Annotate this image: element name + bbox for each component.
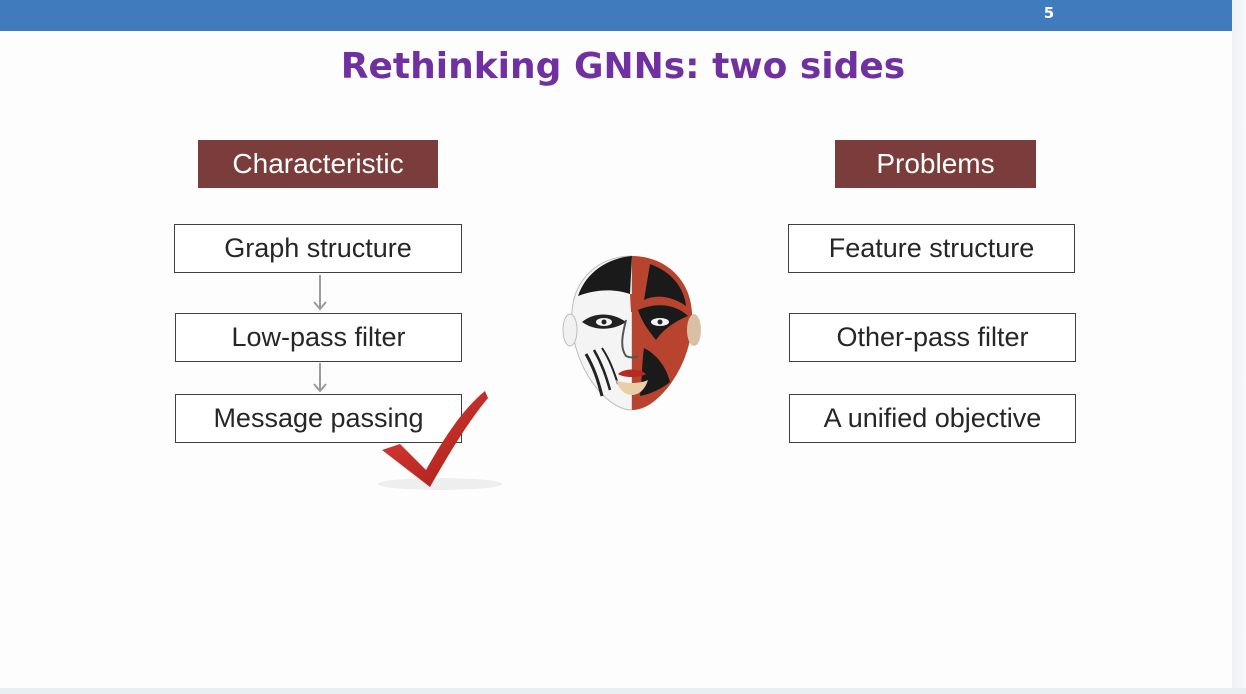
unified-objective-box: A unified objective [789, 394, 1076, 443]
slide-title: Rethinking GNNs: two sides [340, 46, 906, 87]
graph-structure-box: Graph structure [174, 224, 462, 273]
low-pass-filter-box: Low-pass filter [175, 313, 462, 362]
other-pass-filter-box: Other-pass filter [789, 313, 1076, 362]
feature-structure-box: Feature structure [788, 224, 1075, 273]
problems-header: Problems [835, 140, 1036, 188]
arrow-down-icon [313, 275, 327, 311]
window-edge-bottom [0, 688, 1246, 694]
characteristic-header: Characteristic [198, 140, 438, 188]
arrow-down-icon [313, 363, 327, 393]
opera-mask-icon [562, 255, 701, 411]
window-edge-right [1232, 0, 1246, 694]
page-number: 5 [1043, 4, 1055, 22]
check-mark-icon [378, 391, 502, 490]
